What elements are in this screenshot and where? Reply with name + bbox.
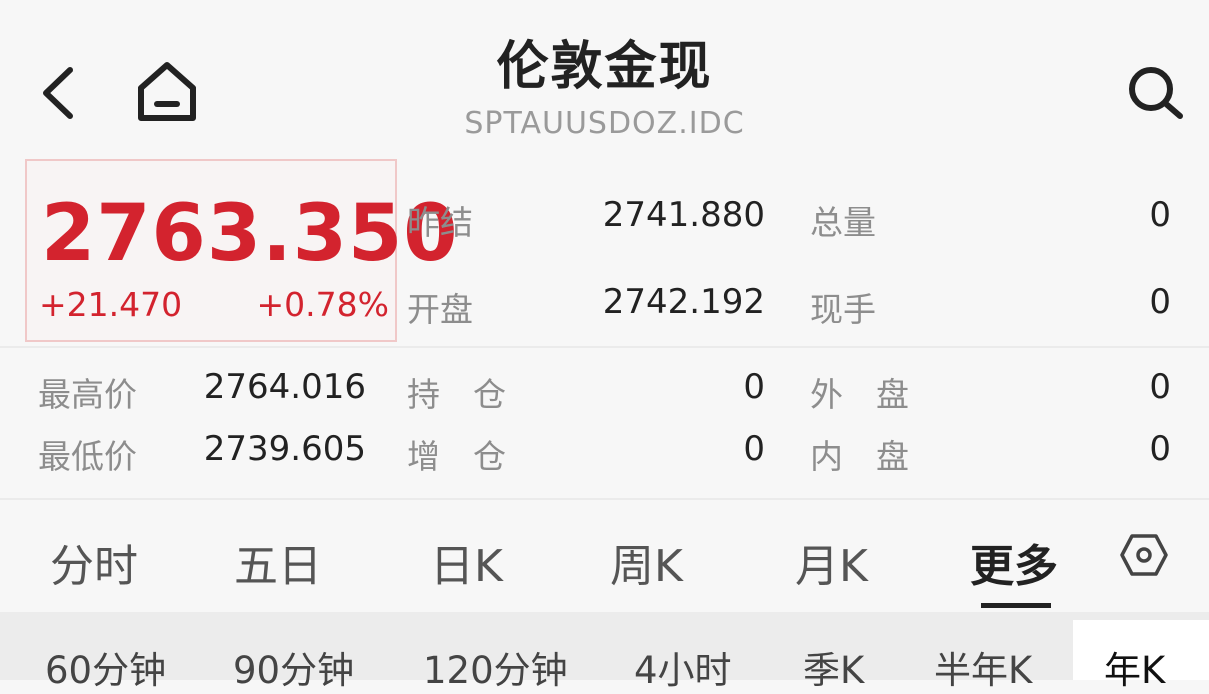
position-change-value: 0: [743, 429, 765, 469]
hexagon-settings-icon[interactable]: [1120, 533, 1168, 577]
price-panel: 2763.350 +21.470 +0.78%: [25, 159, 458, 342]
low-value: 2739.605: [203, 429, 366, 469]
subtab-year-k[interactable]: 年K: [1104, 640, 1165, 694]
inner-disk-value: 0: [1149, 429, 1171, 469]
subtab-halfyear-k[interactable]: 半年K: [934, 640, 1032, 694]
page-title: 伦敦金现: [496, 37, 713, 97]
subtab-90min[interactable]: 90分钟: [233, 640, 354, 694]
open-interest-value: 0: [743, 367, 765, 407]
high-label: 最高价: [38, 375, 137, 414]
prev-settle-value: 2741.880: [602, 195, 765, 235]
prev-settle-label: 昨结: [407, 203, 473, 242]
open-label: 开盘: [407, 290, 473, 329]
tab-weekly-k[interactable]: 周K: [610, 530, 683, 594]
divider: [0, 346, 1209, 348]
divider: [0, 498, 1209, 500]
tab-monthly-k[interactable]: 月K: [795, 530, 868, 594]
outer-disk-label: 外 盘: [810, 375, 909, 414]
total-volume-value: 0: [1149, 195, 1171, 235]
open-interest-label: 持 仓: [407, 375, 506, 414]
total-volume-label: 总量: [810, 203, 876, 242]
open-value: 2742.192: [602, 282, 765, 322]
last-price: 2763.350: [41, 189, 459, 279]
subtab-4hour[interactable]: 4小时: [634, 640, 732, 694]
current-hand-value: 0: [1149, 282, 1171, 322]
tab-five-day[interactable]: 五日: [234, 530, 322, 594]
position-change-label: 增 仓: [407, 437, 506, 476]
price-change: +21.470: [39, 285, 183, 324]
inner-disk-label: 内 盘: [810, 437, 909, 476]
symbol-code: SPTAUUSDOZ.IDC: [464, 106, 745, 141]
current-hand-label: 现手: [810, 290, 876, 329]
subtab-quarter-k[interactable]: 季K: [803, 640, 864, 694]
tab-timeshare[interactable]: 分时: [50, 530, 138, 594]
tab-more[interactable]: 更多: [970, 530, 1058, 594]
outer-disk-value: 0: [1149, 367, 1171, 407]
active-tab-indicator: [981, 603, 1051, 608]
low-label: 最低价: [38, 437, 137, 476]
subtab-120min[interactable]: 120分钟: [423, 640, 568, 694]
price-change-percent: +0.78%: [256, 285, 389, 324]
high-value: 2764.016: [203, 367, 366, 407]
tab-daily-k[interactable]: 日K: [430, 530, 503, 594]
search-icon[interactable]: [1126, 64, 1188, 122]
subtab-60min[interactable]: 60分钟: [45, 640, 166, 694]
